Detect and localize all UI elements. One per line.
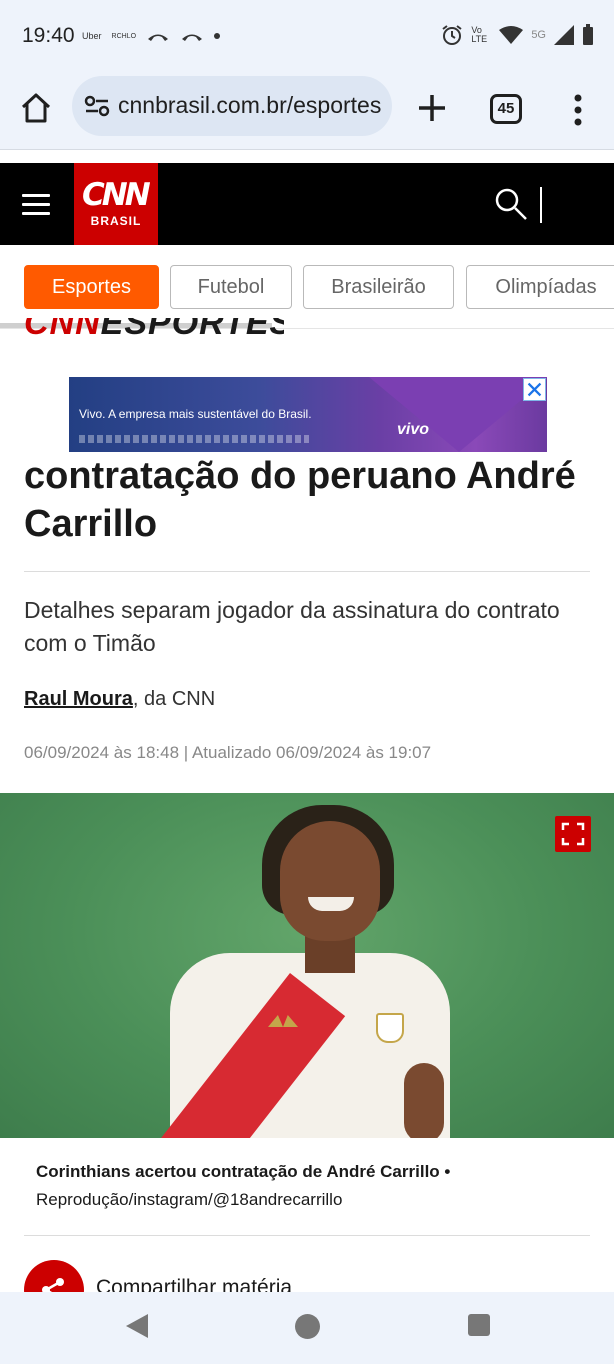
ad-close-icon[interactable] xyxy=(523,378,546,401)
system-navigation-bar xyxy=(0,1292,614,1364)
url-text[interactable]: cnnbrasil.com.br/esportes xyxy=(118,92,382,119)
tab-switcher-button[interactable]: 45 xyxy=(490,94,522,124)
hamburger-menu-icon[interactable] xyxy=(22,194,50,216)
category-pill-futebol[interactable]: Futebol xyxy=(170,265,292,309)
home-icon[interactable] xyxy=(18,90,54,126)
caption-divider xyxy=(24,1235,590,1236)
caption-credit: Reprodução/instagram/@18andrecarrillo xyxy=(36,1190,343,1209)
photo-caption: Corinthians acertou contratação de André… xyxy=(36,1158,576,1214)
network-type: 5G xyxy=(531,29,546,41)
wifi-icon xyxy=(499,26,524,44)
ad-banner[interactable]: Vivo. A empresa mais sustentável do Bras… xyxy=(69,377,547,452)
status-time: 19:40 xyxy=(22,24,75,47)
missed-call-icon xyxy=(148,34,169,41)
search-icon[interactable] xyxy=(494,187,528,221)
alarm-icon xyxy=(442,25,462,45)
site-header: CNN BRASIL xyxy=(0,163,614,245)
recent-apps-icon[interactable] xyxy=(468,1314,490,1336)
ad-brand-logo: vivo xyxy=(397,421,430,438)
article-byline: Raul Moura, da CNN xyxy=(24,688,215,711)
signal-icon xyxy=(554,25,574,45)
category-pill-esportes[interactable]: Esportes xyxy=(24,265,159,309)
headline-divider xyxy=(24,571,590,572)
byline-source: , da CNN xyxy=(132,688,216,710)
article-subtitle: Detalhes separam jogador da assinatura d… xyxy=(24,597,560,656)
status-bar: 19:40 Uber RCHLO Vo LTE 5G xyxy=(0,0,614,72)
logo-cnn-text: CNN xyxy=(82,177,151,213)
author-link[interactable]: Raul Moura xyxy=(24,688,133,710)
more-vert-icon[interactable] xyxy=(566,90,590,130)
ad-background-shape xyxy=(369,377,547,452)
article-photo[interactable] xyxy=(0,793,614,1138)
status-right-icons: Vo LTE 5G xyxy=(441,24,594,46)
category-pill-olimpiadas[interactable]: Olimpíadas xyxy=(466,265,614,309)
volte-indicator: Vo LTE xyxy=(471,25,488,44)
caption-text: Corinthians acertou contratação de André… xyxy=(36,1162,451,1181)
ad-fine-print xyxy=(79,435,309,443)
category-nav: Esportes Futebol Brasileirão Olimpíadas xyxy=(0,245,614,329)
uber-notification-icon: Uber xyxy=(82,31,102,41)
cnn-brasil-logo[interactable]: CNN BRASIL xyxy=(74,163,158,245)
article-headline: contratação do peruano André Carrillo xyxy=(24,455,576,545)
rchlo-notification-icon: RCHLO xyxy=(111,32,137,40)
site-settings-icon[interactable] xyxy=(84,94,110,118)
ad-text: Vivo. A empresa mais sustentável do Bras… xyxy=(79,407,312,421)
category-pill-brasileirao[interactable]: Brasileirão xyxy=(303,265,454,309)
header-divider xyxy=(540,187,542,223)
address-bar[interactable]: cnnbrasil.com.br/esportes xyxy=(72,76,392,136)
battery-icon xyxy=(583,24,593,45)
article-dates: 06/09/2024 às 18:48 | Atualizado 06/09/2… xyxy=(24,743,432,762)
fullscreen-icon[interactable] xyxy=(555,816,591,852)
more-notifications-dot xyxy=(214,33,221,39)
status-notification-icons: Uber RCHLO xyxy=(82,30,221,42)
new-tab-icon[interactable] xyxy=(412,88,452,128)
back-icon[interactable] xyxy=(124,1312,150,1340)
logo-brasil-text: BRASIL xyxy=(90,214,142,228)
missed-call-icon-2 xyxy=(182,34,203,41)
browser-toolbar: cnnbrasil.com.br/esportes 45 xyxy=(0,72,614,150)
cnn-esportes-logo: CNNESPORTES xyxy=(24,318,284,340)
home-circle-icon[interactable] xyxy=(295,1314,320,1339)
